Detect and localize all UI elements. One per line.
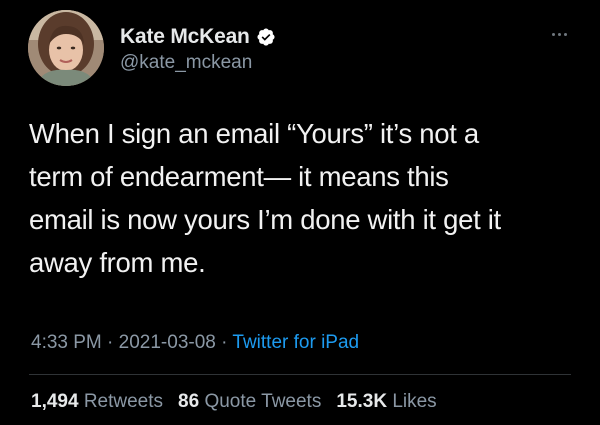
tweet-text-line: When I sign an email “Yours” it’s not a xyxy=(29,118,479,149)
verified-badge-icon xyxy=(256,27,276,47)
tweet-date[interactable]: 2021-03-08 xyxy=(119,332,216,353)
tweet-card: Kate McKean @kate_mckean When I sign an … xyxy=(0,0,600,425)
divider xyxy=(29,374,571,375)
author-name-row[interactable]: Kate McKean xyxy=(120,23,276,51)
tweet-time[interactable]: 4:33 PM xyxy=(31,332,102,353)
likes-stat[interactable]: 15.3K Likes xyxy=(336,391,436,413)
avatar[interactable] xyxy=(28,10,104,86)
tweet-text-line: term of endearment— it means this xyxy=(29,161,449,192)
meta-separator: · xyxy=(107,332,114,353)
author-handle[interactable]: @kate_mckean xyxy=(120,52,252,74)
likes-count: 15.3K xyxy=(336,391,388,412)
quote-tweets-label: Quote Tweets xyxy=(204,391,322,412)
retweets-stat[interactable]: 1,494 Retweets xyxy=(31,391,163,413)
tweet-text-line: away from me. xyxy=(29,247,206,278)
tweet-source-link[interactable]: Twitter for iPad xyxy=(232,332,359,353)
retweets-count: 1,494 xyxy=(31,391,79,412)
likes-label: Likes xyxy=(392,391,437,412)
tweet-stats: 1,494 Retweets 86 Quote Tweets 15.3K Lik… xyxy=(31,391,437,413)
tweet-meta: 4:33 PM · 2021-03-08 · Twitter for iPad xyxy=(31,332,359,354)
tweet-text: When I sign an email “Yours” it’s not a … xyxy=(29,112,579,284)
retweets-label: Retweets xyxy=(83,391,164,412)
tweet-text-line: email is now yours I’m done with it get … xyxy=(29,204,501,235)
meta-separator: · xyxy=(221,332,228,353)
avatar-image xyxy=(28,10,104,86)
quote-tweets-count: 86 xyxy=(178,391,200,412)
quote-tweets-stat[interactable]: 86 Quote Tweets xyxy=(178,391,321,413)
author-display-name[interactable]: Kate McKean xyxy=(120,25,250,49)
more-options-icon[interactable] xyxy=(552,28,576,40)
